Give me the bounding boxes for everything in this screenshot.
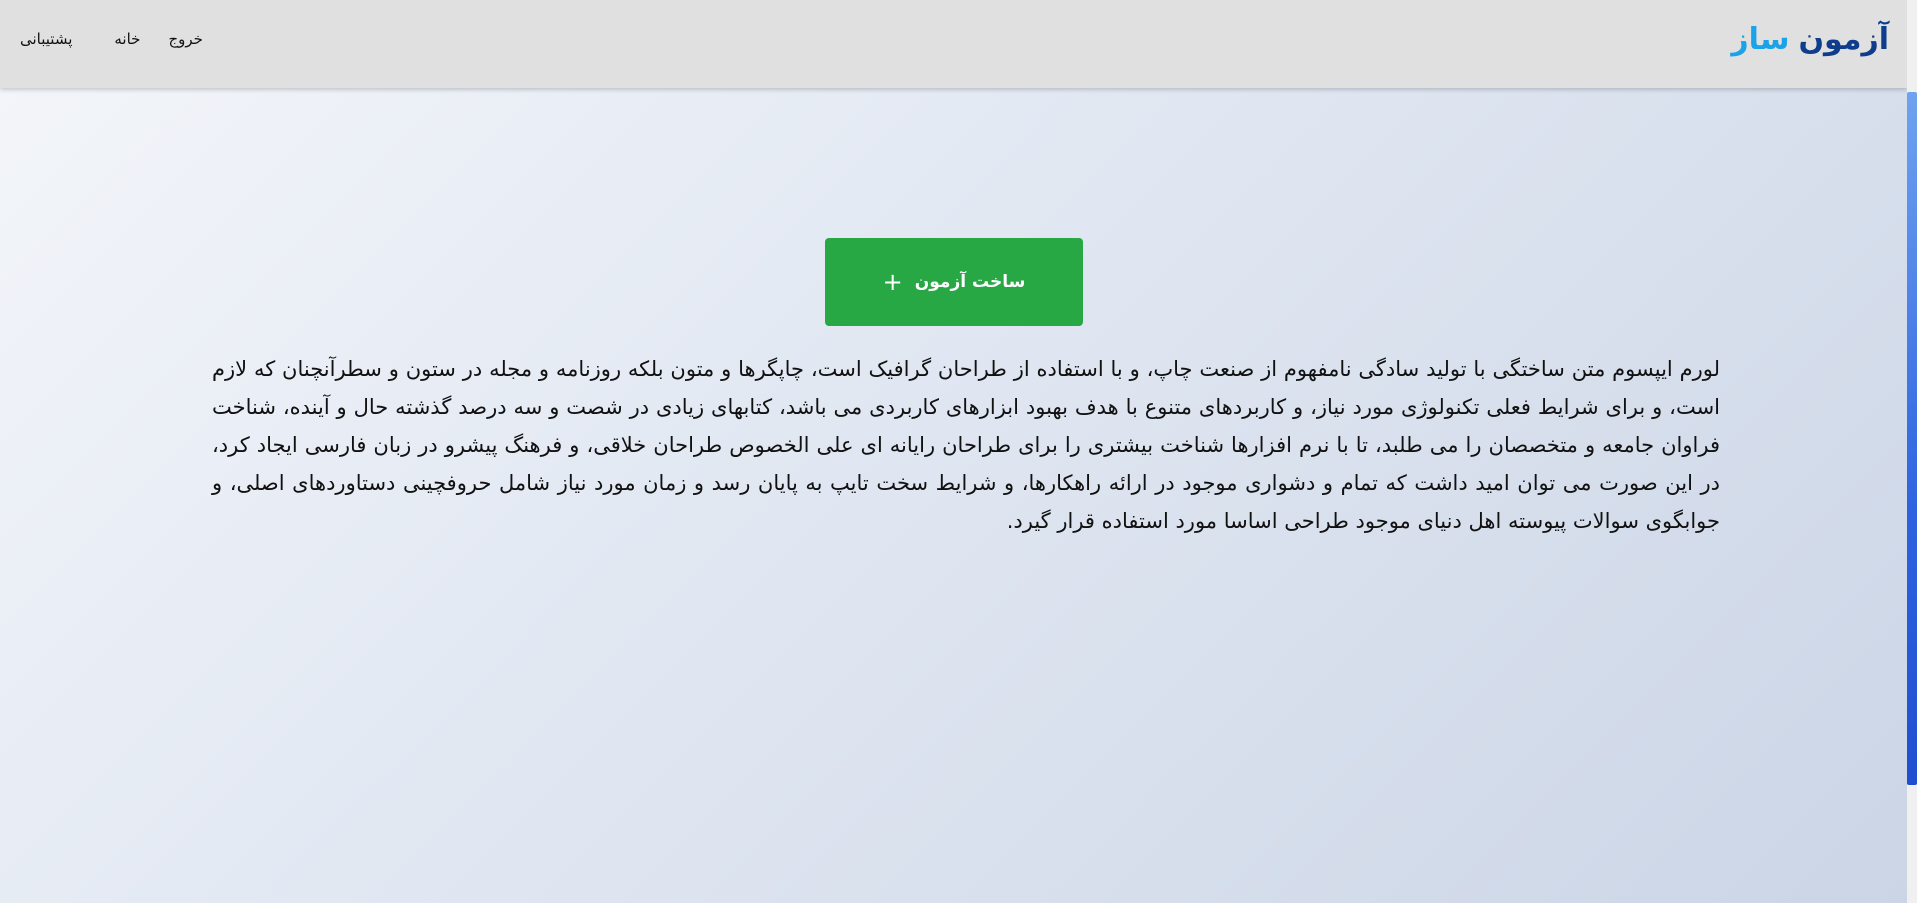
create-exam-button[interactable]: ساخت آزمون + [825,238,1083,326]
create-exam-button-label: ساخت آزمون [914,272,1026,292]
nav-exit-link[interactable]: خروج [168,30,202,48]
scrollbar-track[interactable] [1907,0,1917,903]
brand-logo[interactable]: آزمون ساز [1731,22,1889,57]
nav-links: خروج خانه پشتیبانی [20,30,203,48]
nav-home-link[interactable]: خانه [114,30,140,48]
navbar: آزمون ساز خروج خانه پشتیبانی [0,0,1907,88]
brand-name-part-a: آزمون [1798,21,1889,57]
nav-support-link[interactable]: پشتیبانی [20,30,72,48]
plus-icon: + [882,268,903,296]
scrollbar-thumb[interactable] [1907,92,1917,785]
intro-text: لورم ایپسوم متن ساختگی با تولید سادگی نا… [212,357,1720,533]
brand-name-part-b: ساز [1731,21,1790,57]
